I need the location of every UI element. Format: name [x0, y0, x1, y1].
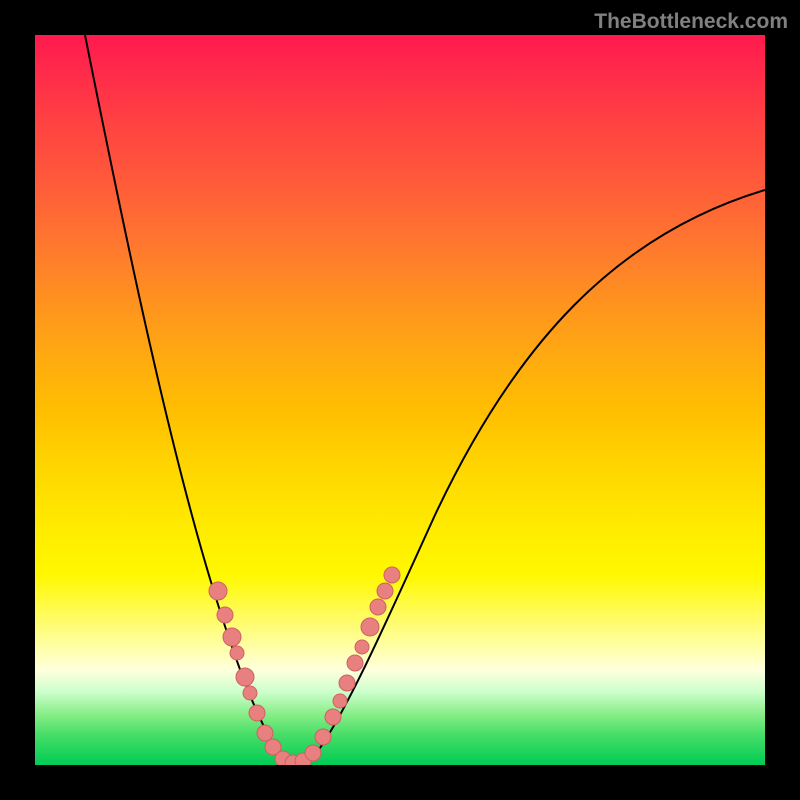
- data-point: [230, 646, 244, 660]
- data-point: [325, 709, 341, 725]
- data-point: [217, 607, 233, 623]
- data-point: [257, 725, 273, 741]
- data-point: [377, 583, 393, 599]
- data-point: [333, 694, 347, 708]
- left-curve: [85, 35, 290, 763]
- data-point: [355, 640, 369, 654]
- watermark-text: TheBottleneck.com: [594, 10, 788, 34]
- data-point: [249, 705, 265, 721]
- data-point: [243, 686, 257, 700]
- curve-group: [85, 35, 765, 763]
- data-point: [209, 582, 227, 600]
- data-point: [339, 675, 355, 691]
- data-point: [315, 729, 331, 745]
- data-point: [236, 668, 254, 686]
- data-point: [223, 628, 241, 646]
- scatter-points-group: [209, 567, 400, 765]
- data-point: [361, 618, 379, 636]
- data-point: [370, 599, 386, 615]
- data-point: [305, 745, 321, 761]
- data-point: [347, 655, 363, 671]
- chart-svg: [35, 35, 765, 765]
- data-point: [384, 567, 400, 583]
- right-curve: [300, 190, 765, 763]
